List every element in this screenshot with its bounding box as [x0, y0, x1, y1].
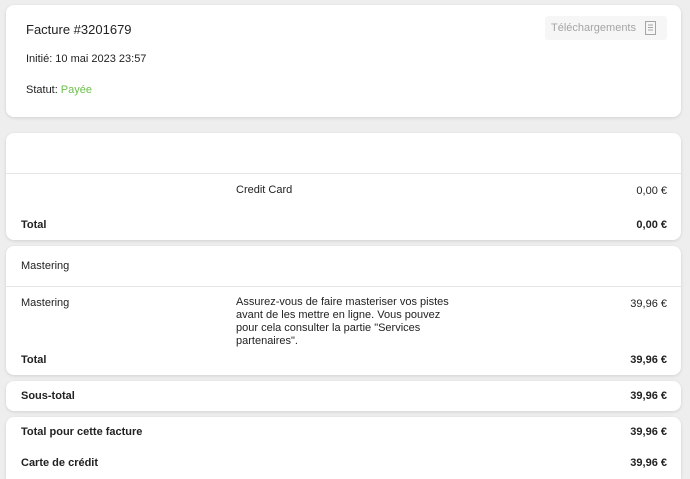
initiated-line: Initié: 10 mai 2023 23:57	[26, 53, 146, 65]
payment-total-amount: 0,00 €	[636, 219, 667, 231]
payment-method-amount: 0,00 €	[636, 185, 667, 197]
mastering-item-description: Assurez-vous de faire masteriser vos pis…	[236, 296, 449, 347]
subtotal-amount: 39,96 €	[630, 390, 667, 402]
invoice-total-label: Total pour cette facture	[21, 426, 143, 438]
downloads-label: Téléchargements	[551, 22, 636, 34]
credit-card-amount: 39,96 €	[630, 457, 667, 469]
status-badge: Payée	[60, 84, 92, 96]
initiated-label: Initié:	[26, 53, 53, 65]
status-label: Statut:	[26, 84, 58, 96]
divider	[6, 286, 681, 287]
divider	[6, 173, 681, 174]
status-line: Statut: Payée	[26, 84, 92, 96]
mastering-card: Mastering Mastering Assurez-vous de fair…	[6, 246, 681, 375]
payment-method-card: Credit Card 0,00 € Total 0,00 €	[6, 133, 681, 240]
invoice-total-amount: 39,96 €	[630, 426, 667, 438]
subtotal-card: Sous-total 39,96 €	[6, 381, 681, 411]
invoice-title: Facture #3201679	[26, 22, 132, 37]
downloads-button[interactable]: Téléchargements	[545, 16, 667, 40]
document-icon	[645, 21, 656, 35]
mastering-section-header: Mastering	[21, 260, 70, 272]
mastering-total-amount: 39,96 €	[630, 354, 667, 366]
totals-card: Total pour cette facture 39,96 € Carte d…	[6, 417, 681, 479]
payment-method-name: Credit Card	[236, 184, 293, 196]
credit-card-label: Carte de crédit	[21, 457, 99, 469]
subtotal-label: Sous-total	[21, 390, 75, 402]
initiated-value: 10 mai 2023 23:57	[55, 53, 147, 65]
mastering-item-amount: 39,96 €	[630, 298, 667, 310]
payment-total-label: Total	[21, 219, 47, 231]
mastering-item-name: Mastering	[21, 297, 70, 309]
mastering-total-label: Total	[21, 354, 47, 366]
invoice-header-card: Facture #3201679 Initié: 10 mai 2023 23:5…	[6, 5, 681, 117]
